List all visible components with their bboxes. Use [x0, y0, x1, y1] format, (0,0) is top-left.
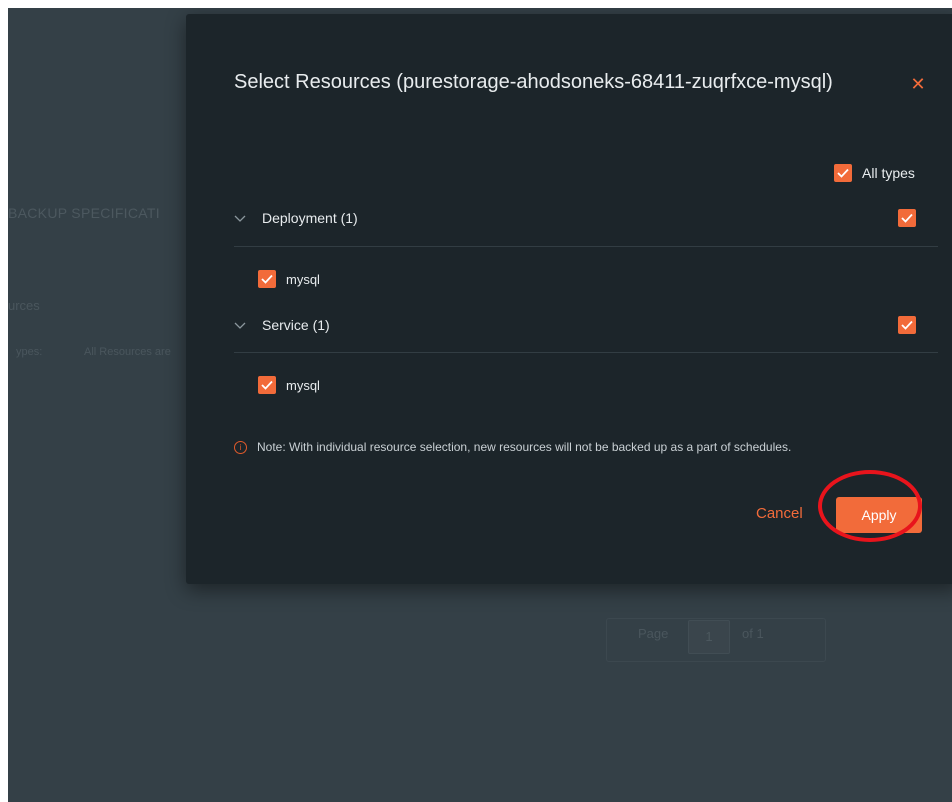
- all-types-checkbox[interactable]: All types: [834, 164, 915, 182]
- group-deployment[interactable]: Deployment (1): [234, 209, 926, 227]
- resource-item-label: mysql: [286, 377, 320, 393]
- background-types-value: All Resources are: [84, 346, 171, 358]
- screen: BACKUP SPECIFICATI urces ypes: All Resou…: [8, 8, 952, 802]
- divider: [234, 352, 938, 353]
- resource-item-deployment-mysql[interactable]: mysql: [258, 270, 320, 288]
- chevron-down-icon[interactable]: [234, 212, 246, 224]
- selection-note: i Note: With individual resource selecti…: [234, 440, 791, 454]
- group-deployment-checkbox[interactable]: [898, 209, 916, 227]
- group-deployment-label: Deployment (1): [262, 210, 358, 226]
- info-icon: i: [234, 440, 247, 454]
- apply-button[interactable]: Apply: [836, 497, 922, 533]
- select-resources-modal: Select Resources (purestorage-ahodsoneks…: [186, 14, 952, 584]
- checkbox-checked-icon[interactable]: [258, 376, 276, 394]
- close-icon[interactable]: ✕: [908, 74, 928, 94]
- checkbox-checked-icon[interactable]: [258, 270, 276, 288]
- background-heading: BACKUP SPECIFICATI: [8, 205, 160, 221]
- resource-item-label: mysql: [286, 271, 320, 287]
- background-resources-label: urces: [8, 298, 40, 313]
- pagination-page-input[interactable]: 1: [688, 620, 730, 654]
- cancel-button[interactable]: Cancel: [756, 505, 803, 522]
- group-service-checkbox[interactable]: [898, 316, 916, 334]
- divider: [234, 246, 938, 247]
- pagination-page-label: Page: [638, 626, 669, 641]
- group-service[interactable]: Service (1): [234, 316, 926, 334]
- group-service-label: Service (1): [262, 317, 330, 333]
- checkbox-checked-icon: [834, 164, 852, 182]
- pagination-of-label: of 1: [742, 626, 764, 641]
- chevron-down-icon[interactable]: [234, 319, 246, 331]
- note-text: Note: With individual resource selection…: [257, 440, 792, 454]
- modal-title: Select Resources (purestorage-ahodsoneks…: [234, 71, 833, 93]
- resource-item-service-mysql[interactable]: mysql: [258, 376, 320, 394]
- background-types-label: ypes:: [16, 346, 43, 358]
- all-types-label: All types: [862, 165, 915, 181]
